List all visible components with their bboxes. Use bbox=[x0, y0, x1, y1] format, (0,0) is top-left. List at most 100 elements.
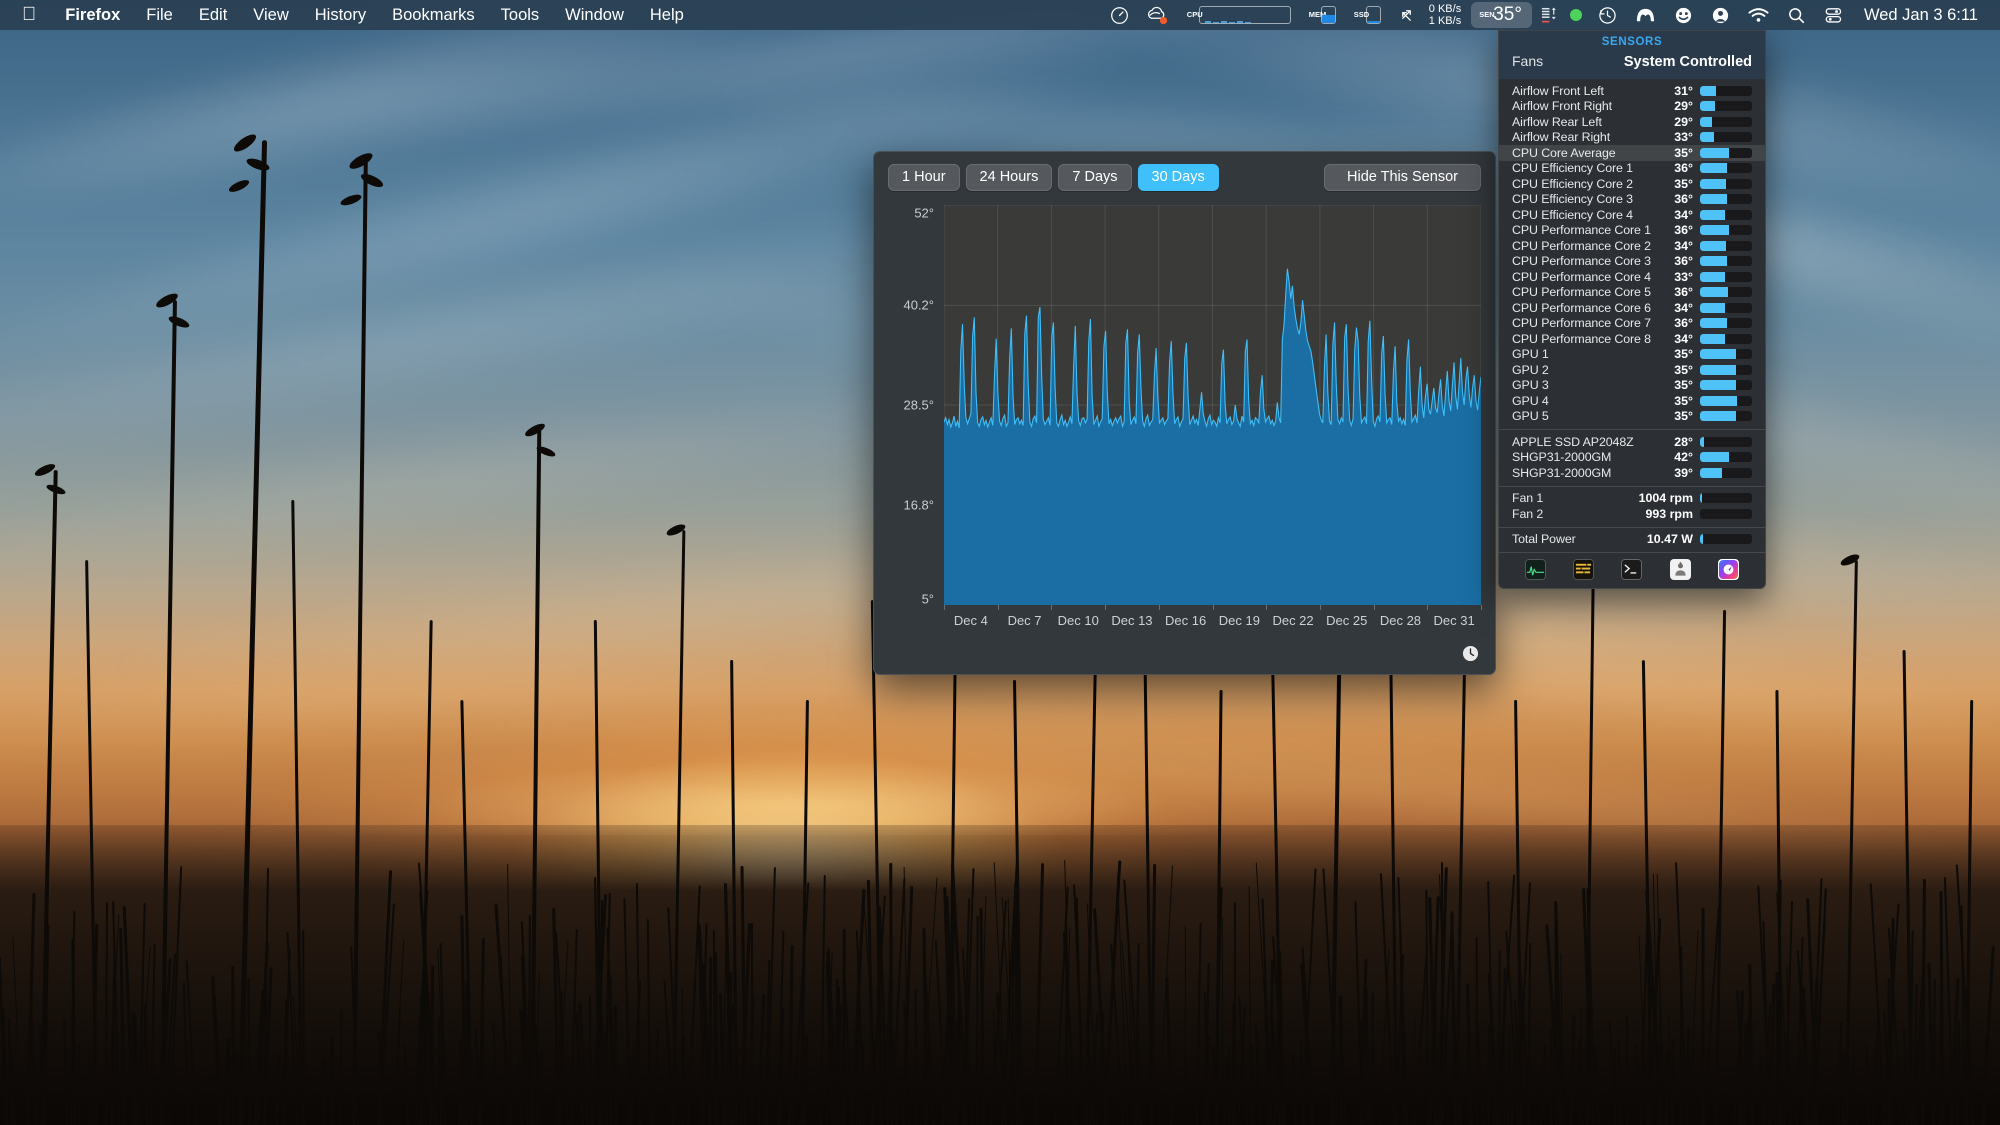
menu-item-tools[interactable]: Tools bbox=[488, 0, 553, 30]
sensor-row[interactable]: GPU 435° bbox=[1499, 393, 1765, 409]
menu-item-edit[interactable]: Edit bbox=[186, 0, 240, 30]
sensor-name: CPU Performance Core 8 bbox=[1512, 332, 1651, 346]
sensor-group: Airflow Front Left31°Airflow Front Right… bbox=[1499, 79, 1765, 429]
clock-icon[interactable] bbox=[1462, 645, 1479, 662]
sensor-row[interactable]: CPU Performance Core 136° bbox=[1499, 223, 1765, 239]
sensor-name: Total Power bbox=[1512, 532, 1638, 546]
grass-stalk bbox=[1498, 950, 1500, 1125]
mem-label: MEM bbox=[1309, 11, 1317, 19]
sensor-row[interactable]: CPU Efficiency Core 235° bbox=[1499, 176, 1765, 192]
battery-bars-icon[interactable] bbox=[1536, 0, 1563, 30]
user-account-icon[interactable] bbox=[1702, 0, 1739, 30]
sensor-level-bar bbox=[1700, 210, 1752, 220]
terminal-icon[interactable] bbox=[1621, 559, 1642, 580]
menu-item-help[interactable]: Help bbox=[637, 0, 697, 30]
sensor-row[interactable]: Total Power10.47 W bbox=[1499, 532, 1765, 548]
sensor-row[interactable]: Airflow Rear Right33° bbox=[1499, 130, 1765, 146]
memory-usage-indicator[interactable]: MEM bbox=[1300, 0, 1345, 30]
cpu-usage-indicator[interactable]: CPU bbox=[1178, 0, 1300, 30]
sensor-row[interactable]: CPU Efficiency Core 434° bbox=[1499, 207, 1765, 223]
sensor-value: 42° bbox=[1638, 450, 1700, 464]
sensor-name: CPU Efficiency Core 3 bbox=[1512, 192, 1638, 206]
x-axis-tick-label: Dec 10 bbox=[1058, 613, 1099, 628]
x-axis-tick bbox=[1213, 605, 1214, 610]
sensor-row[interactable]: CPU Efficiency Core 336° bbox=[1499, 192, 1765, 208]
sensor-row[interactable]: CPU Performance Core 433° bbox=[1499, 269, 1765, 285]
time-machine-icon[interactable] bbox=[1589, 0, 1626, 30]
sensor-row[interactable]: GPU 135° bbox=[1499, 347, 1765, 363]
sensor-name: Fan 1 bbox=[1512, 491, 1638, 505]
sensor-row[interactable]: GPU 535° bbox=[1499, 409, 1765, 425]
sensor-row[interactable]: SHGP31-2000GM39° bbox=[1499, 465, 1765, 481]
sensor-row[interactable]: CPU Performance Core 234° bbox=[1499, 238, 1765, 254]
sensor-level-bar bbox=[1700, 349, 1752, 359]
app-launcher-icon[interactable] bbox=[1718, 559, 1739, 580]
sensor-row[interactable]: GPU 235° bbox=[1499, 362, 1765, 378]
sensor-row[interactable]: CPU Efficiency Core 136° bbox=[1499, 161, 1765, 177]
grass-stalk bbox=[1371, 993, 1374, 1125]
sensor-group: Total Power10.47 W bbox=[1499, 528, 1765, 553]
network-speed-readout[interactable]: 0 KB/s 1 KB/s bbox=[1423, 0, 1467, 30]
x-axis-tick bbox=[998, 605, 999, 610]
stats-display-icon[interactable] bbox=[1573, 559, 1594, 580]
sensor-row[interactable]: CPU Performance Core 634° bbox=[1499, 300, 1765, 316]
sensor-row[interactable]: Fan 2993 rpm bbox=[1499, 506, 1765, 522]
sensor-row[interactable]: SHGP31-2000GM42° bbox=[1499, 450, 1765, 466]
range-button-1-hour[interactable]: 1 Hour bbox=[888, 164, 960, 191]
x-axis-tick bbox=[1266, 605, 1267, 610]
sensor-row[interactable]: Fan 11004 rpm bbox=[1499, 491, 1765, 507]
range-button-30-days[interactable]: 30 Days bbox=[1138, 164, 1219, 191]
menu-bar-app-menus:  Firefox File Edit View History Bookmar… bbox=[0, 0, 697, 30]
chart-canvas[interactable] bbox=[944, 205, 1481, 605]
malwarebytes-icon[interactable] bbox=[1626, 0, 1665, 30]
time-range-segmented-control: 1 Hour 24 Hours 7 Days 30 Days bbox=[888, 164, 1219, 191]
x-axis-tick-label: Dec 19 bbox=[1219, 613, 1260, 628]
sensor-row[interactable]: Airflow Front Right29° bbox=[1499, 99, 1765, 115]
control-center-icon[interactable] bbox=[1815, 0, 1852, 30]
x-axis-tick-label: Dec 22 bbox=[1272, 613, 1313, 628]
apple-logo-icon[interactable]:  bbox=[0, 0, 52, 30]
sensor-level-bar bbox=[1700, 534, 1752, 544]
sensor-row[interactable]: Airflow Front Left31° bbox=[1499, 83, 1765, 99]
sensor-level-bar bbox=[1700, 365, 1752, 375]
x-axis-tick-label: Dec 16 bbox=[1165, 613, 1206, 628]
menu-item-view[interactable]: View bbox=[240, 0, 301, 30]
ssd-usage-indicator[interactable]: SSD bbox=[1345, 0, 1390, 30]
sensor-row[interactable]: CPU Core Average35° bbox=[1499, 145, 1765, 161]
sensor-value: 36° bbox=[1651, 254, 1700, 268]
speedometer-icon[interactable] bbox=[1101, 0, 1138, 30]
range-button-24-hours[interactable]: 24 Hours bbox=[966, 164, 1053, 191]
sensor-row[interactable]: CPU Performance Core 536° bbox=[1499, 285, 1765, 301]
menu-item-history[interactable]: History bbox=[302, 0, 379, 30]
sensors-menu-item[interactable]: SEN 35° bbox=[1467, 0, 1536, 30]
sensor-row[interactable]: CPU Performance Core 336° bbox=[1499, 254, 1765, 270]
cloud-sync-icon[interactable] bbox=[1138, 0, 1178, 30]
wifi-icon[interactable] bbox=[1739, 0, 1778, 30]
x-axis-labels: Dec 4Dec 7Dec 10Dec 13Dec 16Dec 19Dec 22… bbox=[944, 605, 1481, 635]
grass-stalk bbox=[330, 1037, 333, 1125]
menu-item-firefox[interactable]: Firefox bbox=[52, 0, 133, 30]
menu-item-window[interactable]: Window bbox=[552, 0, 637, 30]
sensor-row[interactable]: CPU Performance Core 736° bbox=[1499, 316, 1765, 332]
sensor-level-bar bbox=[1700, 287, 1752, 297]
settings-robot-icon[interactable] bbox=[1670, 559, 1691, 580]
sensor-row[interactable]: Airflow Rear Left29° bbox=[1499, 114, 1765, 130]
range-button-7-days[interactable]: 7 Days bbox=[1058, 164, 1131, 191]
network-updown-arrows-icon[interactable] bbox=[1390, 0, 1423, 30]
green-status-dot-icon[interactable] bbox=[1563, 0, 1589, 30]
smiley-face-icon[interactable] bbox=[1665, 0, 1702, 30]
hide-this-sensor-button[interactable]: Hide This Sensor bbox=[1324, 164, 1481, 191]
menu-item-bookmarks[interactable]: Bookmarks bbox=[379, 0, 488, 30]
sensor-row[interactable]: APPLE SSD AP2048Z28° bbox=[1499, 434, 1765, 450]
sensor-row[interactable]: GPU 335° bbox=[1499, 378, 1765, 394]
spotlight-search-icon[interactable] bbox=[1778, 0, 1815, 30]
activity-monitor-icon[interactable] bbox=[1525, 559, 1546, 580]
sensor-level-bar bbox=[1700, 163, 1752, 173]
sensor-name: Airflow Rear Right bbox=[1512, 130, 1638, 144]
menu-item-file[interactable]: File bbox=[133, 0, 186, 30]
menu-bar-clock[interactable]: Wed Jan 3 6:11 bbox=[1852, 6, 1986, 25]
fans-mode-row[interactable]: Fans System Controlled bbox=[1499, 53, 1765, 72]
sensor-row[interactable]: CPU Performance Core 834° bbox=[1499, 331, 1765, 347]
sensor-value: 35° bbox=[1638, 177, 1700, 191]
sensor-value: 35° bbox=[1638, 146, 1700, 160]
